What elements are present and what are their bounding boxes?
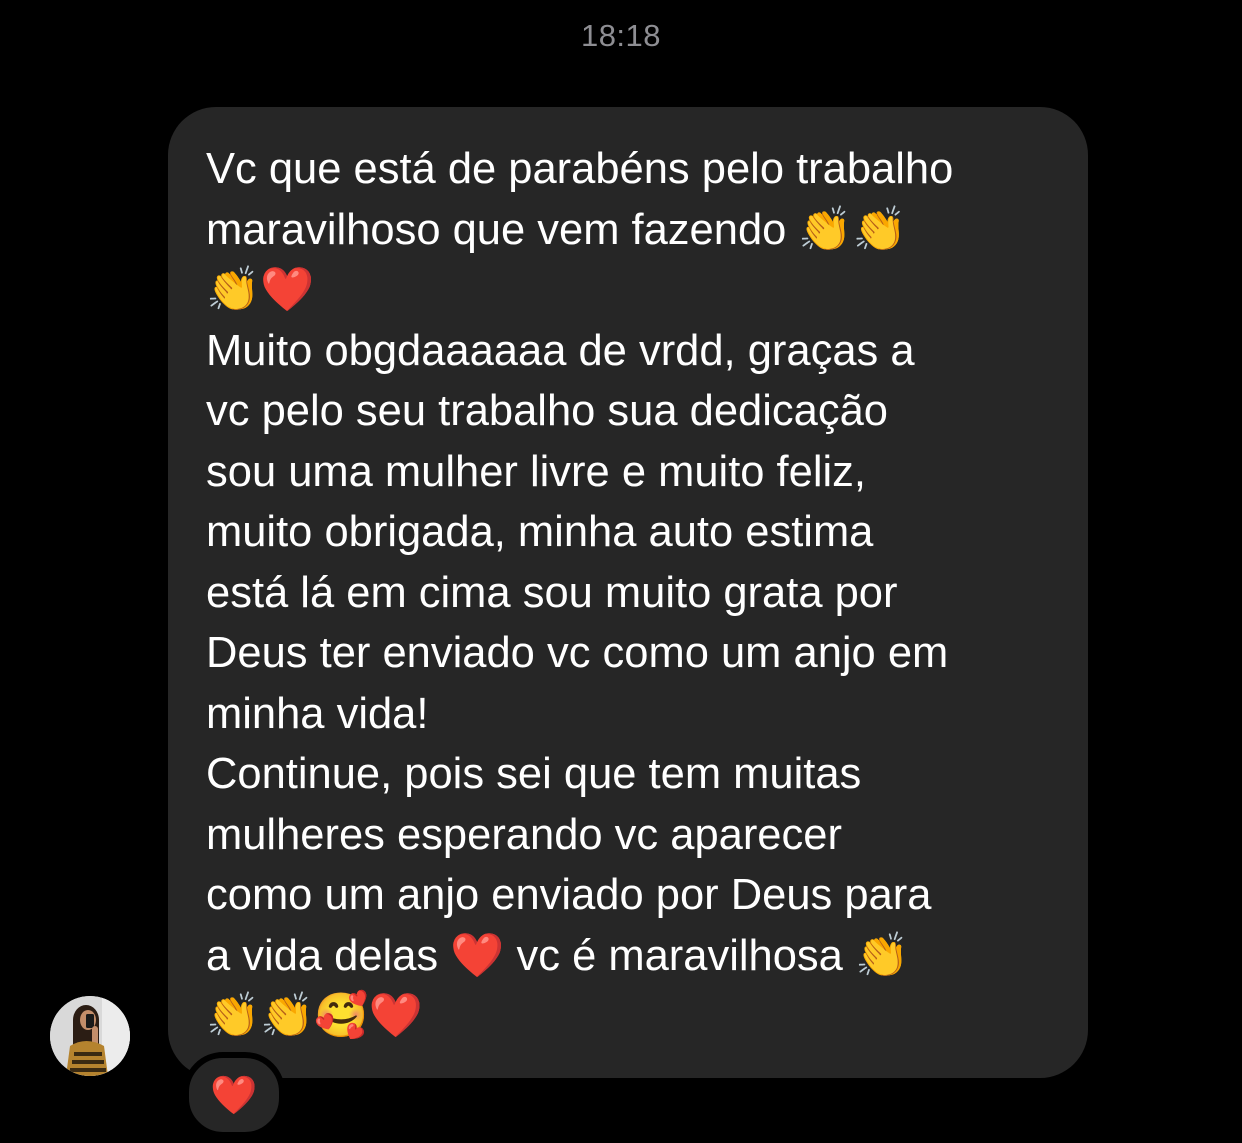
message-bubble[interactable]: Vc que está de parabéns pelo trabalho ma… <box>168 107 1088 1078</box>
heart-reaction[interactable]: ❤️ <box>183 1052 285 1138</box>
sender-avatar[interactable] <box>50 996 130 1076</box>
message-text: Vc que está de parabéns pelo trabalho ma… <box>206 145 954 1040</box>
message-timestamp: 18:18 <box>580 18 662 53</box>
profile-photo-icon <box>50 996 130 1076</box>
red-heart-icon: ❤️ <box>210 1072 258 1117</box>
